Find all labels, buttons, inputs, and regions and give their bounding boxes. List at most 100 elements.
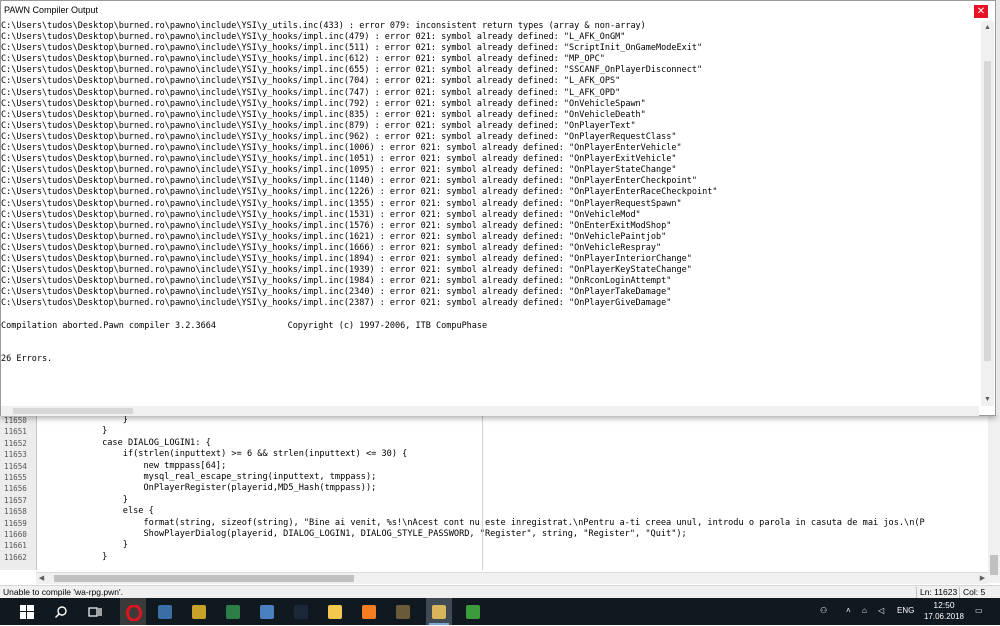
taskbar-item[interactable]	[390, 598, 416, 625]
app-icon	[158, 604, 172, 619]
taskbar-item[interactable]	[460, 598, 486, 625]
output-line: C:\Users\tudos\Desktop\burned.ro\pawno\i…	[1, 98, 646, 109]
taskbar-item[interactable]	[186, 598, 212, 625]
people-icon[interactable]: ⚇	[820, 606, 827, 615]
output-line: C:\Users\tudos\Desktop\burned.ro\pawno\i…	[1, 120, 636, 131]
output-line: C:\Users\tudos\Desktop\burned.ro\pawno\i…	[1, 198, 682, 209]
volume-icon[interactable]: ◁	[878, 606, 884, 615]
taskbar-item[interactable]	[254, 598, 280, 625]
dialog-title: PAWN Compiler Output	[4, 5, 99, 15]
scrollbar-thumb[interactable]	[984, 61, 991, 361]
compilation-aborted-line: Compilation aborted.Pawn compiler 3.2.36…	[1, 320, 488, 331]
app-icon	[396, 604, 410, 619]
app-icon	[226, 604, 240, 619]
code-line[interactable]: mysql_real_escape_string(inputtext, tmpp…	[40, 472, 988, 483]
output-line: C:\Users\tudos\Desktop\burned.ro\pawno\i…	[1, 109, 646, 120]
line-number: 11651	[4, 427, 27, 437]
search-icon	[54, 605, 68, 619]
code-area[interactable]: } } case DIALOG_LOGIN1: { if(strlen(inpu…	[40, 415, 988, 570]
taskbar-item[interactable]	[322, 598, 348, 625]
folder-icon	[328, 604, 342, 619]
app-icon	[260, 604, 274, 619]
editor-vertical-scrollbar[interactable]	[988, 415, 1000, 583]
status-divider	[916, 587, 917, 598]
xampp-icon	[362, 604, 376, 619]
code-line[interactable]: new tmppass[64];	[40, 461, 988, 472]
code-line[interactable]: else {	[40, 506, 988, 517]
scrollbar-thumb[interactable]	[990, 555, 998, 575]
output-line: C:\Users\tudos\Desktop\burned.ro\pawno\i…	[1, 87, 621, 98]
error-count-line: 26 Errors.	[1, 353, 53, 364]
output-vertical-scrollbar[interactable]: ▲ ▼	[981, 21, 994, 406]
opera-icon	[126, 603, 142, 622]
app-icon	[192, 604, 206, 619]
output-line: C:\Users\tudos\Desktop\burned.ro\pawno\i…	[1, 176, 697, 187]
code-line[interactable]: case DIALOG_LOGIN1: {	[40, 438, 988, 449]
output-line: C:\Users\tudos\Desktop\burned.ro\pawno\i…	[1, 154, 677, 165]
line-number: 11656	[4, 484, 27, 494]
taskbar-item[interactable]	[14, 598, 40, 625]
output-line: C:\Users\tudos\Desktop\burned.ro\pawno\i…	[1, 298, 672, 309]
output-line: C:\Users\tudos\Desktop\burned.ro\pawno\i…	[1, 143, 682, 154]
code-line[interactable]: }	[40, 552, 988, 563]
code-line[interactable]: ShowPlayerDialog(playerid, DIALOG_LOGIN1…	[40, 529, 988, 540]
code-line[interactable]: OnPlayerRegister(playerid,MD5_Hash(tmppa…	[40, 483, 988, 494]
taskbar-item[interactable]	[288, 598, 314, 625]
taskbar-item[interactable]	[82, 598, 108, 625]
output-line: C:\Users\tudos\Desktop\burned.ro\pawno\i…	[1, 65, 703, 76]
line-number: 11652	[4, 438, 27, 448]
status-divider	[959, 587, 960, 598]
close-icon: ✕	[976, 6, 986, 17]
dialog-titlebar[interactable]: PAWN Compiler Output ✕	[1, 1, 995, 21]
output-line: C:\Users\tudos\Desktop\burned.ro\pawno\i…	[1, 21, 646, 31]
clock-date[interactable]: 17.06.2018	[918, 612, 970, 621]
line-number: 11657	[4, 495, 27, 505]
line-number: 11650	[4, 416, 27, 425]
notifications-icon[interactable]: ▭	[975, 606, 983, 615]
scroll-up-icon[interactable]: ▲	[981, 21, 994, 34]
line-number: 11653	[4, 450, 27, 460]
output-line: C:\Users\tudos\Desktop\burned.ro\pawno\i…	[1, 242, 662, 253]
close-button[interactable]: ✕	[974, 5, 988, 18]
code-line[interactable]: }	[40, 540, 988, 551]
compiler-output-text[interactable]: C:\Users\tudos\Desktop\burned.ro\pawno\i…	[1, 21, 979, 406]
taskbar-item[interactable]	[426, 598, 452, 625]
output-line: C:\Users\tudos\Desktop\burned.ro\pawno\i…	[1, 265, 692, 276]
taskbar-item[interactable]	[220, 598, 246, 625]
scroll-down-icon[interactable]: ▼	[981, 393, 994, 406]
scroll-left-icon[interactable]: ◀	[36, 573, 47, 584]
scrollbar-thumb[interactable]	[13, 408, 133, 414]
output-line: C:\Users\tudos\Desktop\burned.ro\pawno\i…	[1, 54, 605, 65]
chevron-up-icon[interactable]: ˄	[846, 606, 851, 615]
code-line[interactable]: }	[40, 426, 988, 437]
taskbar-item[interactable]	[120, 598, 146, 625]
windows-taskbar: ⚇ ˄ ⌂ ◁ ENG 12:50 17.06.2018 ▭	[0, 598, 1000, 625]
line-number: 11659	[4, 518, 27, 528]
output-line: C:\Users\tudos\Desktop\burned.ro\pawno\i…	[1, 76, 621, 87]
scroll-right-icon[interactable]: ▶	[977, 573, 988, 584]
code-line[interactable]: if(strlen(inputtext) >= 6 && strlen(inpu…	[40, 449, 988, 460]
code-editor[interactable]: 11650 11651 11652 11653 11654 11655 11656 11657…	[0, 415, 1000, 585]
status-column-number: Col: 5	[963, 587, 986, 597]
network-icon[interactable]: ⌂	[862, 606, 867, 615]
taskbar-item[interactable]	[48, 598, 74, 625]
code-line[interactable]: }	[40, 415, 988, 426]
output-line: C:\Users\tudos\Desktop\burned.ro\pawno\i…	[1, 43, 703, 54]
status-bar: Unable to compile 'wa-rpg.pwn'. Ln: 1162…	[0, 585, 1000, 599]
taskbar-item[interactable]	[152, 598, 178, 625]
scrollbar-thumb[interactable]	[54, 575, 354, 582]
clock-time[interactable]: 12:50	[924, 600, 964, 610]
output-line: C:\Users\tudos\Desktop\burned.ro\pawno\i…	[1, 276, 672, 287]
status-message: Unable to compile 'wa-rpg.pwn'.	[3, 587, 123, 597]
editor-horizontal-scrollbar[interactable]: ◀ ▶	[36, 572, 988, 584]
output-horizontal-scrollbar[interactable]	[1, 406, 979, 416]
language-indicator[interactable]: ENG	[897, 606, 914, 615]
output-line: C:\Users\tudos\Desktop\burned.ro\pawno\i…	[1, 32, 626, 43]
output-line: C:\Users\tudos\Desktop\burned.ro\pawno\i…	[1, 253, 692, 264]
line-number: 11658	[4, 507, 27, 517]
code-line[interactable]: }	[40, 495, 988, 506]
taskbar-item[interactable]	[356, 598, 382, 625]
code-line[interactable]: format(string, sizeof(string), "Bine ai …	[40, 518, 988, 529]
